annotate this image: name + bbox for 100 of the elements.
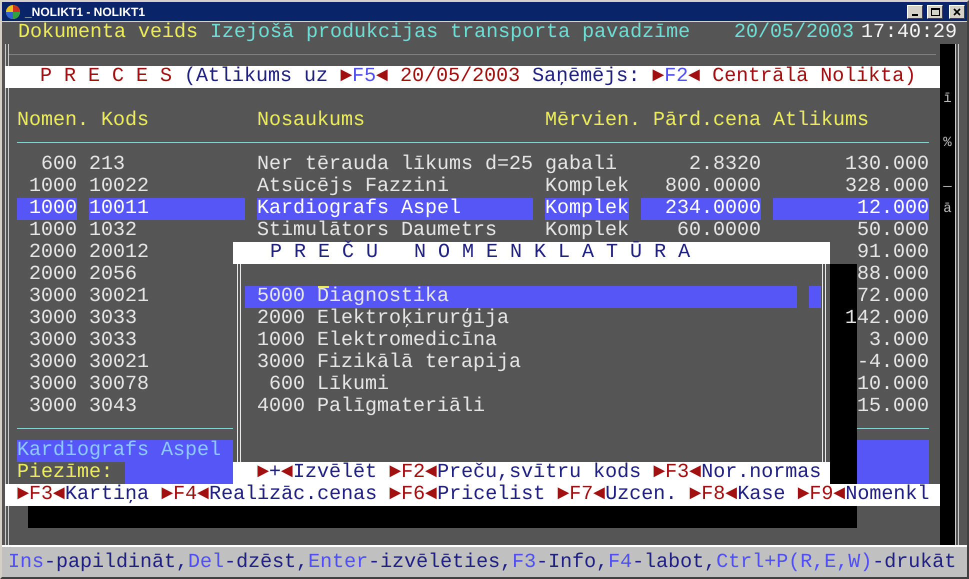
- arrow-marker: ◄: [376, 66, 388, 88]
- table-cell-text: gabali: [545, 154, 618, 176]
- selected-table-row[interactable]: 1000 10011 Kardiografs Aspel Komplek 234.0000 12.000: [9, 198, 940, 220]
- shortcut-action: -papildināt,: [44, 550, 188, 574]
- table-cell-text: 3000: [28, 286, 77, 308]
- minimize-button[interactable]: [907, 4, 923, 18]
- key-label[interactable]: F3: [665, 462, 690, 484]
- table-cell-text: 60.0000: [676, 220, 761, 242]
- info-panel: [857, 440, 929, 484]
- table-cell-text: 2056: [89, 264, 138, 286]
- arrow-marker: ◄: [281, 462, 294, 484]
- table-cell-text: 10022: [89, 176, 150, 198]
- key-action[interactable]: Kartiņa: [65, 484, 150, 506]
- table-cell-text: 30021: [89, 352, 150, 374]
- time-text: 17:40:29: [861, 22, 958, 44]
- arrow-marker: ►: [389, 484, 402, 506]
- column-header: Nomen.: [17, 110, 90, 132]
- arrow-marker: ◄: [689, 462, 702, 484]
- shortcut-action: -Info,: [536, 550, 608, 574]
- arrow-marker: ►: [653, 462, 666, 484]
- key-action[interactable]: Realizāc.cenas: [209, 484, 378, 506]
- table-cell-text: 2000: [28, 242, 77, 264]
- key-action[interactable]: Kase: [737, 484, 786, 506]
- arrow-marker: ►: [161, 484, 174, 506]
- list-item[interactable]: 5000 Diagnostika: [245, 286, 797, 308]
- window-title: _NOLIKT1 - NOLIKT1: [25, 4, 146, 18]
- table-cell: 3.000: [868, 330, 929, 352]
- scroll-thumb[interactable]: [809, 286, 821, 308]
- key-label[interactable]: F7: [569, 484, 594, 506]
- list-item[interactable]: 1000 Elektromedicīna: [245, 330, 797, 352]
- arrow-marker: ◄: [593, 484, 606, 506]
- close-icon: [953, 8, 961, 16]
- table-cell-text: 2000: [28, 264, 77, 286]
- arrow-marker: ◄: [425, 462, 438, 484]
- table-cell-text: 3000: [28, 352, 77, 374]
- note-field[interactable]: [125, 462, 233, 484]
- table-cell-text: Atsūcējs Fazzini: [257, 176, 450, 198]
- table-cell-text: 600: [40, 154, 77, 176]
- bar-label: (Atlikums uz: [184, 66, 328, 88]
- table-cell-text: 213: [89, 154, 126, 176]
- key-label[interactable]: F5: [352, 66, 376, 88]
- edge-glyph: —: [943, 180, 952, 194]
- key-label[interactable]: F2: [664, 66, 688, 88]
- shortcut-action: -drukāt: [872, 550, 956, 574]
- shortcut-key: Ctrl+P(R,E,W): [716, 550, 872, 574]
- table-cell-text: 30021: [89, 286, 150, 308]
- maximize-button[interactable]: [927, 4, 943, 18]
- arrow-marker: ►: [17, 484, 30, 506]
- key-label[interactable]: F8: [701, 484, 726, 506]
- key-action[interactable]: Uzcen.: [605, 484, 678, 506]
- table-cell: 91.000: [856, 242, 929, 264]
- table-cell-text: 20012: [89, 242, 150, 264]
- key-action[interactable]: Izvēlēt: [293, 462, 378, 484]
- key-action[interactable]: Nomenkl: [845, 484, 930, 506]
- table-cell: 88.000: [856, 264, 929, 286]
- close-button[interactable]: [949, 4, 965, 18]
- table-cell-text: 3033: [89, 330, 138, 352]
- column-header: Kods: [101, 110, 150, 132]
- document-type: Izejošā produkcijas transporta pavadzīme: [210, 22, 690, 44]
- list-item[interactable]: 600 Līkumi: [245, 374, 797, 396]
- key-label[interactable]: F9: [809, 484, 834, 506]
- table-cell: 15.000: [856, 396, 929, 418]
- column-header: Mērvien.: [545, 110, 642, 132]
- bar-value: Centrālā Nolikta): [712, 66, 916, 88]
- column-header: Nosaukums: [257, 110, 366, 132]
- key-label[interactable]: F6: [401, 484, 426, 506]
- table-cell-text: 3000: [28, 330, 77, 352]
- table-cell-text: 2.8320: [688, 154, 761, 176]
- table-cell-text: 1000: [28, 220, 77, 242]
- key-label[interactable]: +: [269, 462, 282, 484]
- arrow-marker: ►: [389, 462, 402, 484]
- key-label[interactable]: F3: [29, 484, 54, 506]
- shortcut-key: F4: [608, 550, 632, 574]
- minimize-icon: [912, 14, 918, 16]
- table-cell: Kardiografs Aspel: [257, 198, 533, 220]
- arrow-marker: ◄: [53, 484, 66, 506]
- table-cell-text: 3000: [28, 308, 77, 330]
- key-label[interactable]: F4: [173, 484, 198, 506]
- arrow-marker: ◄: [197, 484, 210, 506]
- arrow-marker: ►: [689, 484, 702, 506]
- key-action[interactable]: Nor.normas: [701, 462, 822, 484]
- table-cell: Komplek: [545, 220, 629, 242]
- table-cell: 130.000: [844, 154, 929, 176]
- table-cell-text: 30078: [89, 374, 150, 396]
- note-label: Piezīme:: [17, 462, 114, 484]
- table-cell: 328.000: [844, 176, 929, 198]
- key-label[interactable]: F2: [401, 462, 426, 484]
- table-cell: 12.000: [773, 198, 929, 220]
- key-action[interactable]: Preču,svītru kods: [437, 462, 642, 484]
- table-cell: 234.0000: [641, 198, 761, 220]
- list-item[interactable]: 4000 Palīgmateriāli: [245, 396, 797, 418]
- column-header: Atlikums: [773, 110, 870, 132]
- arrow-marker: ◄: [833, 484, 846, 506]
- key-action[interactable]: Pricelist: [437, 484, 546, 506]
- list-item[interactable]: 2000 Elektroķirurģija: [245, 308, 797, 330]
- table-cell: Komplek: [545, 176, 629, 198]
- edge-glyph: %: [943, 136, 952, 150]
- list-item[interactable]: 3000 Fizikālā terapija: [245, 352, 797, 374]
- arrow-marker: ►: [257, 462, 270, 484]
- bar-label: Saņēmējs:: [532, 66, 640, 88]
